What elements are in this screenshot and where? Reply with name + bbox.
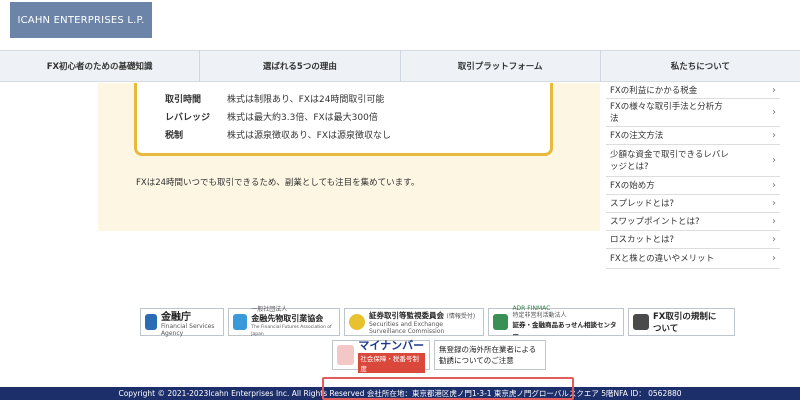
- sidebar-item-tax[interactable]: FXの利益にかかる税金 ›: [606, 83, 780, 99]
- comparison-box: 取引時間 株式は制限あり、FXは24時間取引可能 レバレッジ 株式は最大約3.3…: [134, 83, 553, 156]
- chevron-right-icon: ›: [772, 233, 776, 245]
- content-note: FXは24時間いつでも取引できるため、副業としても注目を集めています。: [136, 178, 420, 188]
- sidebar-item-label: FXの始め方: [610, 180, 655, 191]
- nav-item-platform[interactable]: 取引プラットフォーム: [399, 51, 600, 81]
- sidebar-item-label: ロスカットとは?: [610, 234, 675, 245]
- banner-title: 証券取引等監視委員会: [369, 310, 444, 320]
- site-logo[interactable]: ICAHN ENTERPRISES L.P.: [10, 2, 152, 38]
- row-label: 取引時間: [165, 95, 202, 105]
- row-value: 株式は最大約3.3倍、FXは最大300倍: [227, 113, 378, 123]
- finmac-banner[interactable]: ADR FINMAC 特定非営利活動法人 証券・金融商品あっせん相談センター: [488, 305, 624, 339]
- banner-subtitle: The Financial Futures Association of Jap…: [251, 325, 332, 337]
- row-label: レバレッジ: [165, 113, 211, 123]
- banner-subtitle: Financial Services Agency: [160, 322, 215, 337]
- table-row: 税制 株式は源泉徴収あり、FXは源泉徴収なし: [165, 128, 391, 141]
- chevron-right-icon: ›: [772, 252, 776, 264]
- row-value: 株式は制限あり、FXは24時間取引可能: [227, 95, 385, 105]
- banner-subtitle: Securities and Exchange: [369, 320, 443, 328]
- banner-subtitle: 社会保障・税番号制度: [358, 353, 425, 373]
- content-panel: 取引時間 株式は制限あり、FXは24時間取引可能 レバレッジ 株式は最大約3.3…: [98, 83, 600, 231]
- sidebar-item-spread[interactable]: スプレッドとは? ›: [606, 195, 780, 213]
- row-label: 税制: [165, 131, 184, 141]
- nav-item-five-reasons[interactable]: 選ばれる5つの理由: [199, 51, 399, 81]
- sidebar-item-label: スプレッドとは?: [610, 198, 675, 209]
- banner-title: FX取引の規制に: [653, 312, 717, 322]
- banner-title: 勧誘についてのご注意: [439, 356, 514, 365]
- sidebar-item-vs-stocks[interactable]: FXと株との違いやメリット ›: [606, 249, 780, 269]
- sidebar-item-label: FXの注文方法: [610, 130, 664, 141]
- finmac-logo-icon: [493, 314, 509, 330]
- banner-subtitle: Surveillance Commission: [369, 327, 445, 335]
- sidebar-item-methods[interactable]: FXの様々な取引手法と分析方法 ›: [606, 99, 780, 127]
- banner-title: マイナンバー: [358, 339, 425, 352]
- sidebar-item-label: FXと株との違いやメリット: [610, 253, 715, 264]
- sidebar-item-label: 少額な資金で取引できるレバレッジとは?: [610, 149, 729, 172]
- sidebar-item-loss-cut[interactable]: ロスカットとは? ›: [606, 231, 780, 249]
- main-nav: FX初心者のための基礎知識 選ばれる5つの理由 取引プラットフォーム 私たちにつ…: [0, 50, 800, 82]
- sidebar-item-label: FXの様々な取引手法と分析方法: [610, 101, 723, 124]
- mynumber-banner[interactable]: マイナンバー 社会保障・税番号制度: [332, 339, 430, 373]
- row-value: 株式は源泉徴収あり、FXは源泉徴収なし: [227, 131, 391, 141]
- chevron-right-icon: ›: [772, 215, 776, 227]
- banner-pretitle: 一般社団法人: [251, 306, 288, 313]
- banner-pretitle: 特定非営利活動法人: [512, 312, 567, 319]
- address-highlight-box: [322, 377, 574, 400]
- chevron-right-icon: ›: [772, 197, 776, 209]
- sidebar-menu: FXの利益にかかる税金 › FXの様々な取引手法と分析方法 › FXの注文方法 …: [606, 83, 780, 269]
- sidebar-item-getting-started[interactable]: FXの始め方 ›: [606, 177, 780, 195]
- banner-pretitle: ADR FINMAC: [512, 305, 551, 312]
- table-row: 取引時間 株式は制限あり、FXは24時間取引可能: [165, 92, 384, 105]
- rabbit-mascot-icon: [337, 345, 355, 365]
- nav-item-about-us[interactable]: 私たちについて: [599, 51, 800, 81]
- chevron-right-icon: ›: [772, 129, 776, 141]
- fsa-logo-icon: [145, 314, 157, 330]
- fx-regulation-banner[interactable]: FX取引の規制に ついて: [628, 308, 735, 336]
- banner-title: 金融先物取引業協会: [251, 314, 324, 323]
- banner-tag: (情報受付): [446, 312, 476, 320]
- table-row: レバレッジ 株式は最大約3.3倍、FXは最大300倍: [165, 110, 378, 123]
- chevron-right-icon: ›: [772, 179, 776, 191]
- book-icon: [633, 314, 649, 330]
- sidebar-item-orders[interactable]: FXの注文方法 ›: [606, 127, 780, 145]
- sesc-banner[interactable]: 証券取引等監視委員会 (情報受付) Securities and Exchang…: [344, 308, 484, 336]
- sidebar-item-label: スワップポイントとは?: [610, 216, 700, 227]
- chevron-right-icon: ›: [772, 84, 776, 96]
- sidebar-item-label: FXの利益にかかる税金: [610, 85, 698, 96]
- ffaj-logo-icon: [233, 314, 248, 330]
- fsa-banner[interactable]: 金融庁 Financial Services Agency: [140, 308, 224, 337]
- sidebar-item-swap[interactable]: スワップポイントとは? ›: [606, 213, 780, 231]
- ffaj-banner[interactable]: 一般社団法人 金融先物取引業協会 The Financial Futures A…: [228, 306, 340, 337]
- chevron-right-icon: ›: [772, 106, 776, 118]
- unregistered-dealers-banner[interactable]: 無登録の海外所在業者による 勧誘についてのご注意: [434, 340, 546, 370]
- sesc-logo-icon: [349, 314, 365, 330]
- banner-title: ついて: [653, 324, 679, 334]
- banner-title: 金融庁: [160, 311, 191, 323]
- banner-title: 証券・金融商品あっせん相談センター: [512, 321, 617, 339]
- chevron-right-icon: ›: [772, 154, 776, 166]
- sidebar-item-leverage[interactable]: 少額な資金で取引できるレバレッジとは? ›: [606, 145, 780, 177]
- banner-title: 無登録の海外所在業者による: [439, 345, 537, 354]
- nav-item-fx-basics[interactable]: FX初心者のための基礎知識: [0, 51, 199, 81]
